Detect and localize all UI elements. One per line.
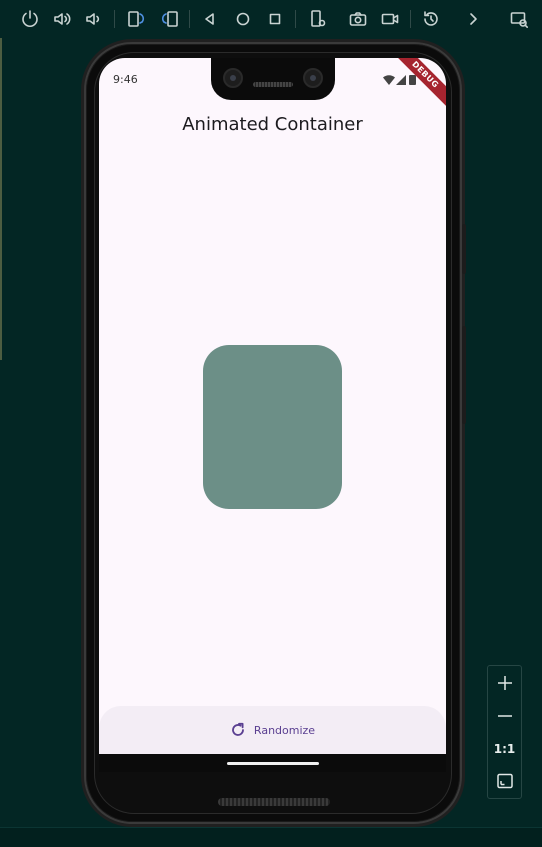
- home-icon[interactable]: [232, 8, 254, 30]
- zoom-in-button[interactable]: [488, 668, 521, 698]
- animated-container: [203, 345, 342, 509]
- plus-icon: [497, 676, 512, 690]
- zoom-controls: 1:1: [487, 665, 522, 799]
- toolbar-divider: [114, 10, 115, 28]
- volume-up-icon[interactable]: [51, 8, 73, 30]
- fit-screen-button[interactable]: [488, 766, 521, 796]
- snapshot-restore-icon[interactable]: [420, 8, 442, 30]
- actual-size-label: 1:1: [493, 742, 516, 756]
- front-sensor-icon: [303, 68, 323, 88]
- screen-record-icon[interactable]: [379, 8, 401, 30]
- device-mirror-icon[interactable]: [508, 8, 530, 30]
- home-gesture-indicator[interactable]: [227, 762, 319, 765]
- rotate-left-icon[interactable]: [125, 8, 147, 30]
- signal-icon: [396, 75, 406, 85]
- zoom-out-button[interactable]: [488, 701, 521, 731]
- toolbar-divider: [295, 10, 296, 28]
- randomize-button[interactable]: Randomize: [99, 706, 446, 754]
- randomize-label: Randomize: [253, 723, 316, 737]
- more-chevron-icon[interactable]: [462, 8, 484, 30]
- battery-icon: [409, 75, 416, 85]
- screenshot-icon[interactable]: [347, 8, 369, 30]
- front-camera-icon: [223, 68, 243, 88]
- status-time: 9:46: [113, 73, 138, 86]
- earpiece-speaker: [253, 82, 293, 87]
- toolbar-divider: [410, 10, 411, 28]
- editor-gutter: [0, 38, 2, 360]
- minus-icon: [497, 715, 512, 717]
- status-bar: [0, 827, 542, 847]
- power-icon[interactable]: [19, 8, 41, 30]
- camera-notch: [211, 58, 335, 100]
- bottom-speaker-grille: [218, 798, 330, 806]
- app-bar-title: Animated Container: [182, 114, 363, 135]
- rotate-right-icon[interactable]: [159, 8, 181, 30]
- overview-icon[interactable]: [264, 8, 286, 30]
- refresh-icon: [232, 722, 244, 736]
- power-side-button: [462, 224, 466, 274]
- toolbar-divider: [189, 10, 190, 28]
- actual-size-button[interactable]: 1:1: [488, 734, 521, 764]
- volume-side-button: [462, 326, 466, 424]
- volume-down-icon[interactable]: [82, 8, 104, 30]
- back-icon[interactable]: [199, 8, 221, 30]
- wifi-icon: [383, 75, 395, 85]
- device-screen: 9:46 DEBUG Animated Container Randomize: [99, 58, 446, 754]
- fit-screen-icon: [496, 773, 513, 789]
- device-settings-icon[interactable]: [307, 8, 329, 30]
- emulator-toolbar: [0, 0, 542, 38]
